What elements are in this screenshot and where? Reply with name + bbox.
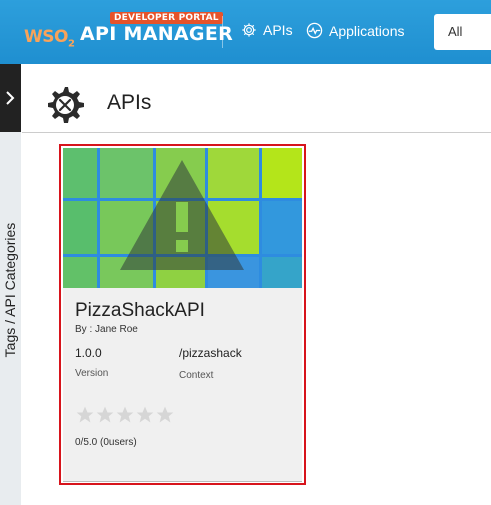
- page-header: APIs: [22, 64, 491, 133]
- warning-icon: [120, 160, 244, 270]
- star-icon[interactable]: [75, 405, 95, 425]
- star-icon[interactable]: [135, 405, 155, 425]
- nav-apis-label: APIs: [263, 22, 293, 38]
- page-title: APIs: [107, 91, 152, 114]
- api-version-label: Version: [75, 368, 109, 379]
- nav-applications-label: Applications: [329, 22, 405, 39]
- api-version: 1.0.0: [75, 346, 102, 360]
- api-card[interactable]: PizzaShackAPI By : Jane Roe 1.0.0 Versio…: [63, 148, 302, 482]
- api-rating-text: 0/5.0 (0users): [75, 437, 137, 448]
- rating-stars[interactable]: [75, 405, 175, 425]
- developer-portal-badge: DEVELOPER PORTAL: [110, 12, 223, 24]
- api-author: By : Jane Roe: [75, 324, 138, 335]
- api-context: /pizzashack: [179, 346, 242, 360]
- brand-wso2: WSO2: [24, 27, 75, 50]
- chevron-right-icon: [6, 91, 15, 105]
- star-icon[interactable]: [95, 405, 115, 425]
- top-header: WSO2 API MANAGER DEVELOPER PORTAL APIs A…: [0, 0, 491, 64]
- star-icon[interactable]: [115, 405, 135, 425]
- brand-title: API MANAGER: [80, 23, 234, 45]
- search-scope-select[interactable]: All: [434, 14, 491, 50]
- pulse-icon: [306, 22, 323, 39]
- nav-apis[interactable]: APIs: [241, 22, 293, 38]
- gear-icon: [242, 23, 256, 37]
- star-icon[interactable]: [155, 405, 175, 425]
- api-thumbnail[interactable]: [63, 148, 302, 288]
- sidebar-toggle[interactable]: [0, 64, 21, 132]
- gear-tools-icon: [48, 87, 84, 123]
- sidebar-label[interactable]: Tags / API Categories: [2, 223, 18, 358]
- nav-applications[interactable]: Applications: [306, 22, 405, 39]
- api-context-label: Context: [179, 370, 214, 381]
- nav-divider: [222, 16, 223, 48]
- api-name[interactable]: PizzaShackAPI: [75, 300, 205, 322]
